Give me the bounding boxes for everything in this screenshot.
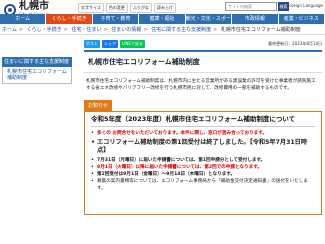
line-share-button[interactable]: LINEで送る [120,40,145,48]
notice-line-2: エコリフォーム補助制度の第1回受付は終了しました。【令和5年7月31日時点】 [97,139,308,154]
global-nav: ホーム くらし・手続き 子育て・教育 健康・福祉 観光・文化・スポーツ 市政情報… [0,14,325,24]
breadcrumb-housing-info[interactable]: 住まいの情報 [111,27,141,33]
breadcrumb-separator: > [143,27,148,33]
share-button[interactable]: シェア [102,40,118,48]
notice-item: • 多くの お問合せをいただいております。本件に関し、窓口が混み合っております。 [91,130,315,137]
notice-item: • 募集の案内書類等については、エコリフォーム事務局から「補助金交付決定通知書」の… [91,178,315,192]
breadcrumb-separator: > [63,27,68,33]
notice-tab: お知らせ [84,100,112,111]
breadcrumb-separator: > [18,27,24,33]
notice-line-4: 8月1日（火曜日）以降に届いた申請書については、第2回での申請となります。 [97,165,262,170]
breadcrumb-support[interactable]: 住宅に関する主な支援制度 [151,27,211,33]
nav-living[interactable]: くらし・手続き [46,14,93,24]
nav-childcare[interactable]: 子育て・教育 [92,14,140,24]
notice-line-3: 7月31日（月曜日）に届いた申請書については、第1回申請分として受付します。 [97,158,266,163]
header-utility-links: 文字サイズ 色の変更 ふりがな 読み上げ [78,3,176,13]
sidebar: 住まいに関する主な支援制度 札幌市住宅エコリフォーム補助制度 [2,57,72,84]
breadcrumb-home[interactable]: ホーム [2,27,17,33]
logo-title: 札幌市 [19,1,49,12]
site-search-input[interactable]: サイト内検索 [225,2,277,11]
breadcrumb: ホーム > くらし・手続き > 住宅・住まい > 住まいの情報 > 住宅に関する主な支援… [0,26,325,35]
breadcrumb-separator: > [103,27,108,33]
nav-health[interactable]: 健康・福祉 [139,14,186,24]
notice-line-5: 第2回受付は9月1日（金曜日）〜9月14日（木曜日）となります。 [97,172,236,177]
breadcrumb-housing[interactable]: 住宅・住まい [71,27,101,33]
intro-text: 札幌市住宅エコリフォーム補助制度は、札幌市内に主たる営業所がある建設業の許可を受… [86,79,316,91]
color-change-link[interactable]: 色の変更 [105,3,128,13]
read-aloud-link[interactable]: 読み上げ [153,3,176,13]
text-size-link[interactable]: 文字サイズ [78,3,104,13]
page-title: 札幌市住宅エコリフォーム補助制度 [84,50,322,73]
notice-item: • 第2回受付は9月1日（金曜日）〜9月14日（木曜日）となります。 [91,171,315,178]
notice-item: • 7月31日（月曜日）に届いた申請書については、第1回申請分として受付します。 [91,157,315,164]
foreign-language-link[interactable]: Foreign Language [287,3,323,8]
notice-line-6: 募集の案内書類等については、エコリフォーム事務局から「補助金交付決定通知書」の送… [97,179,308,191]
sidebar-heading[interactable]: 住まいに関する主な支援制度 [2,57,72,67]
notice-item: • エコリフォーム補助制度の第1回受付は終了しました。【令和5年7月31日時点】 [91,139,315,155]
post-button[interactable]: ポスト [84,40,100,48]
nav-business[interactable]: 産業・ビジネス [278,14,325,24]
notice-line-1: 多くの お問合せをいただいております。本件に関し、窓口が混み合っております。 [97,131,268,136]
notice-heading: 令和5年度（2023年度）札幌市住宅エコリフォーム補助制度について [91,116,315,127]
nav-tourism[interactable]: 観光・文化・スポーツ [185,14,233,24]
breadcrumb-living[interactable]: くらし・手続き [27,27,62,33]
nav-city-info[interactable]: 市政情報 [232,14,279,24]
furigana-link[interactable]: ふりがな [129,3,152,13]
sidebar-item-eco-reform[interactable]: 札幌市住宅エコリフォーム補助制度 [2,67,72,84]
notice-item: • 8月1日（火曜日）以降に届いた申請書については、第2回での申請となります。 [91,164,315,171]
share-bar: ポスト シェア LINEで送る 最終更新日：2023年8月14日 [84,40,322,48]
main-content: ポスト シェア LINEで送る 最終更新日：2023年8月14日 札幌市住宅エコ… [84,40,322,215]
nav-home[interactable]: ホーム [0,14,47,24]
breadcrumb-separator: > [213,27,218,33]
notice-box: 令和5年度（2023年度）札幌市住宅エコリフォーム補助制度について • 多くの お… [84,111,322,215]
last-updated: 最終更新日：2023年8月14日 [268,41,322,46]
breadcrumb-current: 札幌市住宅エコリフォーム補助制度 [220,27,301,33]
